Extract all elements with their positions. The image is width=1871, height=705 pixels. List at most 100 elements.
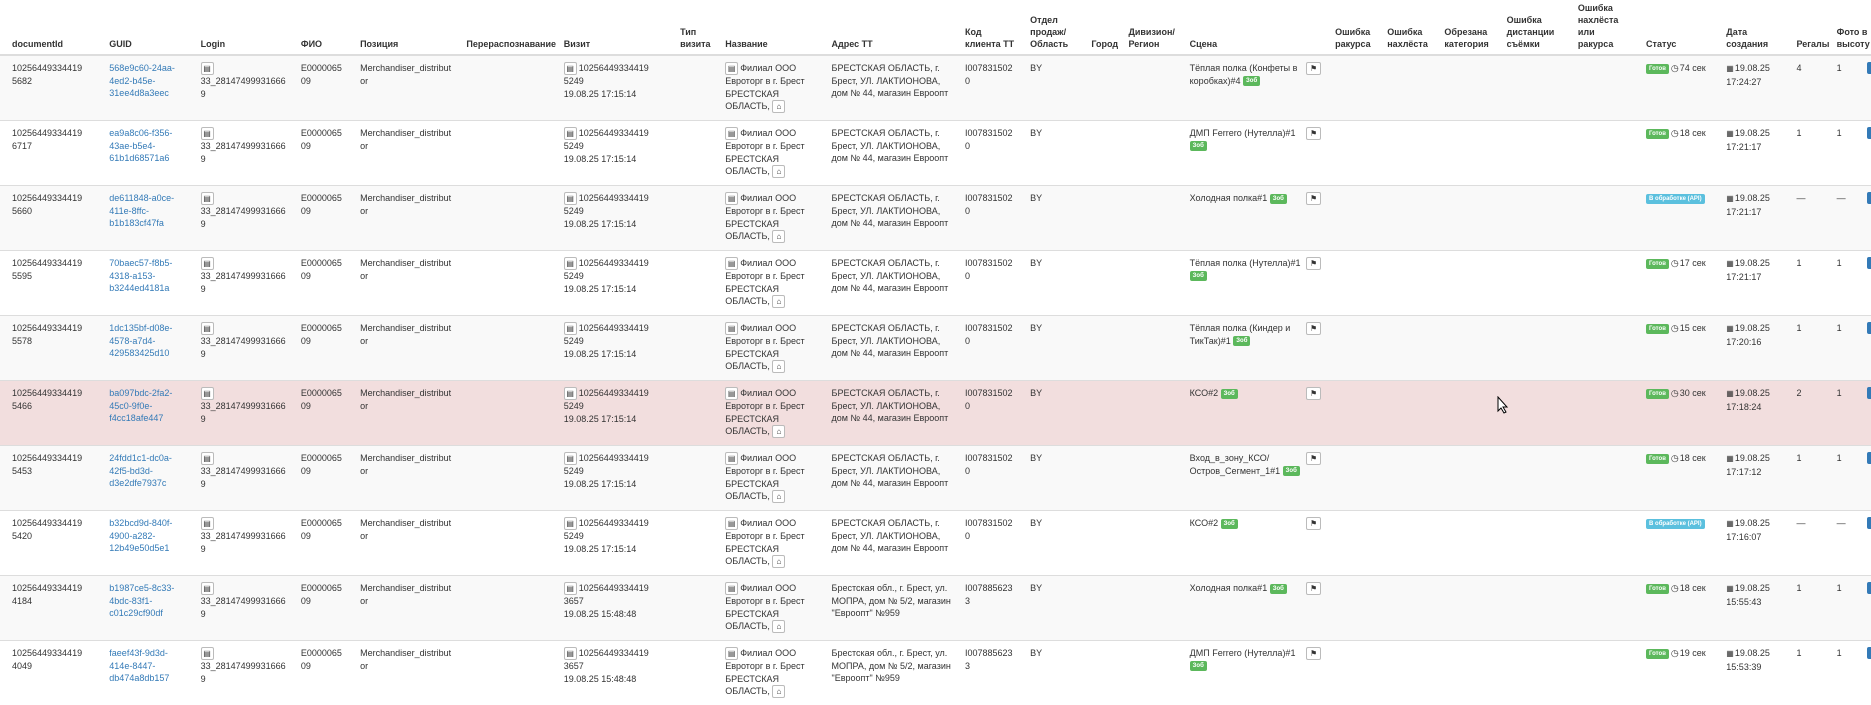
column-header[interactable]: Ошибка нахлёста или ракурса xyxy=(1566,0,1634,55)
table-row[interactable]: 10256449334419​55781dc135bf-d08e-4578-a7… xyxy=(0,316,1871,381)
column-header[interactable]: Ошибка ракурса xyxy=(1323,0,1375,55)
home-icon[interactable]: ⌂ xyxy=(772,490,785,503)
column-header[interactable]: Регалы xyxy=(1785,0,1825,55)
home-icon[interactable]: ⌂ xyxy=(772,620,785,633)
home-icon[interactable]: ⌂ xyxy=(772,555,785,568)
document-icon[interactable]: ▤ xyxy=(725,62,738,75)
document-icon[interactable]: ▤ xyxy=(725,517,738,530)
document-icon[interactable]: ▤ xyxy=(201,62,214,75)
column-header[interactable]: Фото в высоту xyxy=(1825,0,1871,55)
row-action-tab[interactable] xyxy=(1867,582,1871,594)
column-header[interactable]: Ошибка нахлёста xyxy=(1375,0,1432,55)
column-header[interactable]: Город xyxy=(1079,0,1116,55)
row-action-tab[interactable] xyxy=(1867,127,1871,139)
table-row[interactable]: 10256449334419​5660de611848-a0ce-411e-8f… xyxy=(0,186,1871,251)
flag-icon[interactable]: ⚑ xyxy=(1306,322,1321,335)
document-icon[interactable]: ▤ xyxy=(725,257,738,270)
home-icon[interactable]: ⌂ xyxy=(772,165,785,178)
document-icon[interactable]: ▤ xyxy=(201,387,214,400)
flag-icon[interactable]: ⚑ xyxy=(1306,452,1321,465)
document-icon[interactable]: ▤ xyxy=(564,647,577,660)
guid-link[interactable]: de611848-a0ce-411e-8ffc-b1b183cf47fa xyxy=(109,193,174,228)
column-header[interactable]: GUID xyxy=(97,0,188,55)
flag-icon[interactable]: ⚑ xyxy=(1306,62,1321,75)
home-icon[interactable]: ⌂ xyxy=(772,295,785,308)
document-icon[interactable]: ▤ xyxy=(725,322,738,335)
guid-link[interactable]: 568e9c60-24aa-4ed2-b45e-31ee4d8a3eec xyxy=(109,63,175,98)
document-icon[interactable]: ▤ xyxy=(201,257,214,270)
table-row[interactable]: 10256449334419​5682568e9c60-24aa-4ed2-b4… xyxy=(0,55,1871,121)
document-icon[interactable]: ▤ xyxy=(725,452,738,465)
row-action-tab[interactable] xyxy=(1867,517,1871,529)
table-row[interactable]: 10256449334419​4049faeef43f-9d3d-414e-84… xyxy=(0,641,1871,705)
document-icon[interactable]: ▤ xyxy=(564,387,577,400)
row-action-tab[interactable] xyxy=(1867,452,1871,464)
guid-link[interactable]: b1987ce5-8c33-4bdc-83f1-c01c29cf90df xyxy=(109,583,174,618)
row-action-tab[interactable] xyxy=(1867,192,1871,204)
home-icon[interactable]: ⌂ xyxy=(772,230,785,243)
column-header[interactable]: Перераспознавание xyxy=(454,0,551,55)
guid-link[interactable]: faeef43f-9d3d-414e-8447-db474a8db157 xyxy=(109,648,169,683)
document-icon[interactable]: ▤ xyxy=(725,582,738,595)
row-action-tab[interactable] xyxy=(1867,62,1871,74)
document-icon[interactable]: ▤ xyxy=(725,127,738,140)
flag-icon[interactable]: ⚑ xyxy=(1306,257,1321,270)
flag-icon[interactable]: ⚑ xyxy=(1306,517,1321,530)
column-header[interactable]: Тип визита xyxy=(668,0,713,55)
column-header[interactable]: Код клиента ТТ xyxy=(953,0,1018,55)
flag-icon[interactable]: ⚑ xyxy=(1306,192,1321,205)
column-header[interactable]: Статус xyxy=(1634,0,1714,55)
table-row[interactable]: 10256449334419​6717ea9a8c06-f356-43ae-b5… xyxy=(0,121,1871,186)
row-action-tab[interactable] xyxy=(1867,257,1871,269)
row-action-tab[interactable] xyxy=(1867,322,1871,334)
column-header[interactable]: Дата создания xyxy=(1714,0,1784,55)
document-icon[interactable]: ▤ xyxy=(201,322,214,335)
column-header[interactable]: Визит xyxy=(552,0,668,55)
column-header[interactable]: Отдел продаж/ Область xyxy=(1018,0,1079,55)
document-icon[interactable]: ▤ xyxy=(564,452,577,465)
column-header[interactable]: ФИО xyxy=(289,0,348,55)
document-icon[interactable]: ▤ xyxy=(564,127,577,140)
column-header[interactable]: Позиция xyxy=(348,0,454,55)
flag-icon[interactable]: ⚑ xyxy=(1306,127,1321,140)
document-icon[interactable]: ▤ xyxy=(201,647,214,660)
table-row[interactable]: 10256449334419​5466ba097bdc-2fa2-45c0-9f… xyxy=(0,381,1871,446)
row-action-tab[interactable] xyxy=(1867,387,1871,399)
home-icon[interactable]: ⌂ xyxy=(772,425,785,438)
flag-icon[interactable]: ⚑ xyxy=(1306,582,1321,595)
document-icon[interactable]: ▤ xyxy=(201,192,214,205)
document-icon[interactable]: ▤ xyxy=(564,192,577,205)
row-action-tab[interactable] xyxy=(1867,647,1871,659)
guid-link[interactable]: 24fdd1c1-dc0a-42f5-bd3d-d3e2dfe7937c xyxy=(109,453,172,488)
column-header[interactable]: Название xyxy=(713,0,819,55)
document-icon[interactable]: ▤ xyxy=(564,257,577,270)
home-icon[interactable]: ⌂ xyxy=(772,685,785,698)
home-icon[interactable]: ⌂ xyxy=(772,100,785,113)
document-icon[interactable]: ▤ xyxy=(201,127,214,140)
document-icon[interactable]: ▤ xyxy=(564,62,577,75)
table-row[interactable]: 10256449334419​4184b1987ce5-8c33-4bdc-83… xyxy=(0,576,1871,641)
document-icon[interactable]: ▤ xyxy=(201,452,214,465)
document-icon[interactable]: ▤ xyxy=(201,517,214,530)
column-header[interactable]: Дивизион/ Регион xyxy=(1116,0,1177,55)
column-header[interactable]: Адрес ТТ xyxy=(820,0,953,55)
document-icon[interactable]: ▤ xyxy=(564,322,577,335)
guid-link[interactable]: b32bcd9d-840f-4900-a282-12b49e50d5e1 xyxy=(109,518,172,553)
guid-link[interactable]: ea9a8c06-f356-43ae-b5e4-61b1d68571a6 xyxy=(109,128,172,163)
table-row[interactable]: 10256449334419​559570baec57-f8b5-4318-a1… xyxy=(0,251,1871,316)
document-icon[interactable]: ▤ xyxy=(564,517,577,530)
table-row[interactable]: 10256449334419​545324fdd1c1-dc0a-42f5-bd… xyxy=(0,446,1871,511)
column-header[interactable]: Ошибка дистанции съёмки xyxy=(1495,0,1566,55)
guid-link[interactable]: 1dc135bf-d08e-4578-a7d4-429583425d10 xyxy=(109,323,172,358)
document-icon[interactable]: ▤ xyxy=(725,387,738,400)
document-icon[interactable]: ▤ xyxy=(725,647,738,660)
guid-link[interactable]: 70baec57-f8b5-4318-a153-b3244ed4181a xyxy=(109,258,172,293)
flag-icon[interactable]: ⚑ xyxy=(1306,647,1321,660)
guid-link[interactable]: ba097bdc-2fa2-45c0-9f0e-f4cc18afe447 xyxy=(109,388,172,423)
flag-icon[interactable]: ⚑ xyxy=(1306,387,1321,400)
document-icon[interactable]: ▤ xyxy=(201,582,214,595)
column-header[interactable]: documentId xyxy=(0,0,97,55)
column-header[interactable]: Сцена xyxy=(1178,0,1323,55)
home-icon[interactable]: ⌂ xyxy=(772,360,785,373)
column-header[interactable]: Обрезана категория xyxy=(1432,0,1494,55)
